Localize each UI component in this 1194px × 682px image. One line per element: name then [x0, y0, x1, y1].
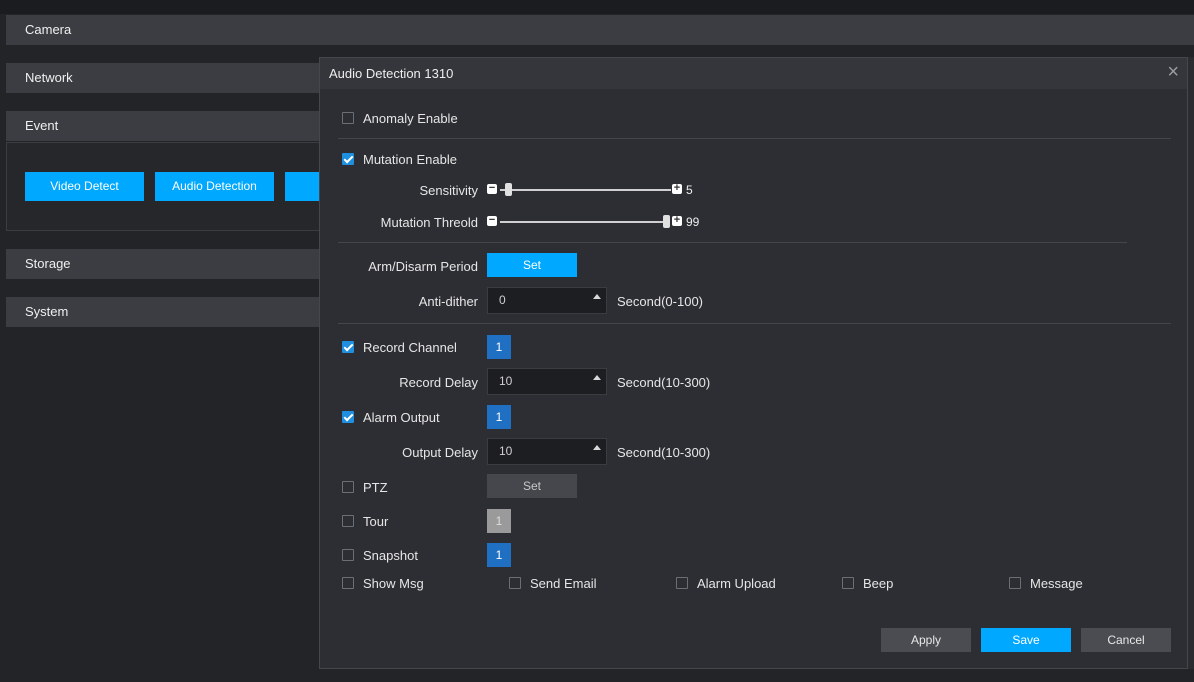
beep-checkbox[interactable]: [842, 577, 854, 589]
anomaly-enable-checkbox[interactable]: [342, 112, 354, 124]
arm-disarm-set-button[interactable]: Set: [487, 253, 577, 277]
record-channel-label: Record Channel: [363, 340, 457, 355]
dialog-title: Audio Detection 1310: [329, 66, 454, 81]
record-delay-label: Record Delay: [399, 375, 478, 390]
send-email-label: Send Email: [530, 576, 597, 591]
sensitivity-slider-thumb[interactable]: [505, 183, 512, 196]
message-checkbox[interactable]: [1009, 577, 1021, 589]
alarm-output-checkbox[interactable]: [342, 411, 354, 423]
sensitivity-plus-icon[interactable]: +: [672, 183, 682, 194]
record-channel-checkbox[interactable]: [342, 341, 354, 353]
apply-button[interactable]: Apply: [881, 628, 971, 652]
beep-label: Beep: [863, 576, 894, 591]
dialog-header: Audio Detection 1310 ×: [320, 58, 1187, 89]
sensitivity-slider[interactable]: [500, 189, 671, 191]
anomaly-enable-label: Anomaly Enable: [363, 111, 458, 126]
sensitivity-value: 5: [686, 183, 693, 197]
alarm-upload-label: Alarm Upload: [697, 576, 776, 591]
divider: [338, 242, 1127, 243]
threshold-plus-icon[interactable]: +: [672, 215, 682, 226]
anti-dither-unit: Second(0-100): [617, 294, 703, 309]
audio-detection-button[interactable]: Audio Detection: [155, 172, 274, 201]
spin-up-icon[interactable]: [593, 294, 601, 299]
threshold-slider[interactable]: [500, 221, 663, 223]
save-button[interactable]: Save: [981, 628, 1071, 652]
show-msg-label: Show Msg: [363, 576, 424, 591]
menu-camera[interactable]: Camera: [6, 15, 1194, 45]
sensitivity-label: Sensitivity: [419, 183, 478, 198]
snapshot-label: Snapshot: [363, 548, 418, 563]
video-detect-button[interactable]: Video Detect: [25, 172, 144, 201]
record-delay-value: 10: [499, 374, 513, 388]
alarm-output-label: Alarm Output: [363, 410, 440, 425]
cancel-button[interactable]: Cancel: [1081, 628, 1171, 652]
threshold-value: 99: [686, 215, 700, 229]
ptz-set-button[interactable]: Set: [487, 474, 577, 498]
anti-dither-value: 0: [499, 293, 506, 307]
sensitivity-minus-icon[interactable]: −: [487, 183, 497, 194]
snapshot-channel-1[interactable]: 1: [487, 543, 511, 567]
alarm-upload-checkbox[interactable]: [676, 577, 688, 589]
threshold-minus-icon[interactable]: −: [487, 215, 497, 226]
record-delay-input[interactable]: 10: [487, 368, 607, 395]
top-bar: [0, 0, 1194, 14]
divider: [338, 323, 1171, 324]
message-label: Message: [1030, 576, 1083, 591]
ptz-label: PTZ: [363, 480, 388, 495]
alarm-output-1[interactable]: 1: [487, 405, 511, 429]
anti-dither-label: Anti-dither: [418, 294, 478, 309]
threshold-slider-thumb[interactable]: [663, 215, 670, 228]
output-delay-unit: Second(10-300): [617, 445, 711, 460]
snapshot-checkbox[interactable]: [342, 549, 354, 561]
show-msg-checkbox[interactable]: [342, 577, 354, 589]
output-delay-label: Output Delay: [402, 445, 478, 460]
arm-disarm-label: Arm/Disarm Period: [368, 259, 478, 274]
record-delay-unit: Second(10-300): [617, 375, 711, 390]
anti-dither-input[interactable]: 0: [487, 287, 607, 314]
tour-checkbox[interactable]: [342, 515, 354, 527]
send-email-checkbox[interactable]: [509, 577, 521, 589]
output-delay-input[interactable]: 10: [487, 438, 607, 465]
divider: [338, 138, 1171, 139]
tour-label: Tour: [363, 514, 389, 529]
output-delay-value: 10: [499, 444, 513, 458]
mutation-enable-checkbox[interactable]: [342, 153, 354, 165]
mutation-threshold-label: Mutation Threold: [380, 215, 478, 230]
right-edge: [1188, 57, 1194, 669]
mutation-enable-label: Mutation Enable: [363, 152, 457, 167]
close-icon[interactable]: ×: [1167, 61, 1179, 84]
tour-channel-1[interactable]: 1: [487, 509, 511, 533]
audio-detection-dialog: Audio Detection 1310 × Anomaly Enable Mu…: [319, 57, 1188, 669]
record-channel-1[interactable]: 1: [487, 335, 511, 359]
spin-up-icon[interactable]: [593, 445, 601, 450]
spin-up-icon[interactable]: [593, 375, 601, 380]
ptz-checkbox[interactable]: [342, 481, 354, 493]
